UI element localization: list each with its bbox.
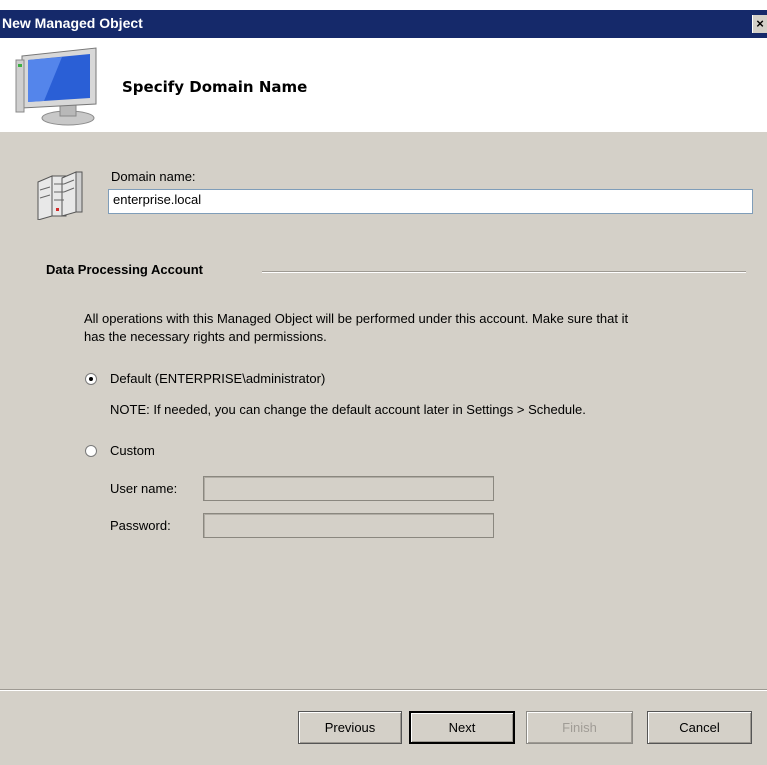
custom-account-label[interactable]: Custom: [110, 443, 155, 458]
custom-account-radio[interactable]: [85, 445, 97, 457]
domain-name-label: Domain name:: [111, 169, 196, 184]
account-description-line2: has the necessary rights and permissions…: [84, 329, 327, 344]
password-label: Password:: [110, 518, 171, 533]
password-input[interactable]: [203, 513, 494, 538]
footer-separator: [0, 689, 767, 691]
username-label: User name:: [110, 481, 178, 496]
finish-button[interactable]: Finish: [526, 711, 633, 744]
monitor-icon: [15, 47, 97, 126]
server-icon: [37, 171, 83, 220]
wizard-body: Domain name: enterprise.local Data Proce…: [0, 132, 767, 765]
default-account-note: NOTE: If needed, you can change the defa…: [110, 402, 586, 417]
default-account-label[interactable]: Default (ENTERPRISE\administrator): [110, 371, 325, 386]
header-title: Specify Domain Name: [122, 78, 308, 96]
previous-button[interactable]: Previous: [298, 711, 402, 744]
window-title: New Managed Object: [2, 15, 143, 31]
default-account-radio[interactable]: [85, 373, 97, 385]
account-group-title: Data Processing Account: [46, 262, 204, 277]
account-description-line1: All operations with this Managed Object …: [84, 311, 629, 326]
close-button[interactable]: ×: [752, 15, 767, 33]
domain-name-input[interactable]: enterprise.local: [108, 189, 753, 214]
title-bar: New Managed Object ×: [0, 10, 767, 38]
wizard-header: Specify Domain Name: [0, 38, 767, 132]
next-button[interactable]: Next: [409, 711, 515, 744]
cancel-button[interactable]: Cancel: [647, 711, 752, 744]
group-divider: [262, 271, 746, 273]
username-input[interactable]: [203, 476, 494, 501]
